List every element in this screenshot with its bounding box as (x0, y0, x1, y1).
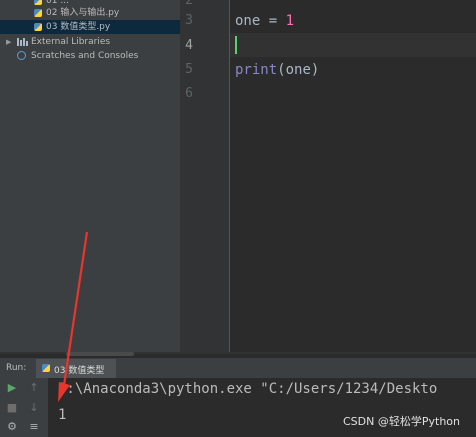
tree-label: External Libraries (31, 37, 111, 47)
chevron-right-icon[interactable]: ▶ (6, 35, 11, 49)
run-toolstrip: ▶ ↑ ■ ↓ ⚙ ≡ (0, 378, 48, 437)
argument-token: one (285, 62, 311, 78)
wrap-icon[interactable]: ≡ (26, 419, 42, 435)
arrow-up-icon[interactable]: ↑ (26, 380, 42, 396)
external-libraries-item[interactable]: ▶ External Libraries (0, 35, 180, 49)
code-line-3[interactable]: one = 1 (235, 12, 294, 30)
python-file-icon (34, 23, 42, 31)
run-icon[interactable]: ▶ (4, 380, 20, 396)
file-item-02[interactable]: 02 输入与输出.py (0, 6, 180, 20)
builtin-token: print (235, 62, 278, 78)
line-number: 6 (185, 86, 193, 101)
text-caret (235, 36, 237, 54)
watermark: CSDN @轻松学Python (343, 415, 460, 428)
file-label: 02 输入与输出.py (46, 8, 120, 18)
console-output-line: 1 (58, 407, 67, 423)
scratches-icon (17, 51, 26, 60)
project-panel: 01 ... 02 输入与输出.py 03 数值类型.py ▶ External… (0, 0, 180, 352)
run-tab-label: 03 数值类型 (54, 366, 105, 376)
stop-icon[interactable]: ■ (4, 400, 20, 416)
scratches-item[interactable]: Scratches and Consoles (0, 49, 180, 63)
file-item-03[interactable]: 03 数值类型.py (0, 20, 180, 34)
run-tab[interactable]: 03 数值类型 (36, 359, 116, 378)
arrow-down-icon[interactable]: ↓ (26, 400, 42, 416)
line-gutter: 2 3 4 5 6 (181, 0, 229, 352)
horizontal-scrollbar[interactable] (66, 352, 134, 356)
python-file-icon (34, 0, 42, 5)
line-number: 3 (185, 13, 193, 28)
paren-token: ) (310, 62, 320, 78)
operator-token: = (260, 13, 286, 29)
library-icon (17, 38, 28, 46)
debug-icon[interactable]: ⚙ (4, 419, 20, 435)
run-label: Run: (6, 363, 27, 373)
line-number: 5 (185, 62, 193, 77)
run-panel-header: Run: 03 数值类型 (0, 358, 476, 378)
file-label: 03 数值类型.py (46, 22, 111, 32)
python-file-icon (34, 9, 42, 17)
gutter-separator (229, 0, 230, 352)
number-token: 1 (285, 13, 295, 29)
python-file-icon (42, 364, 50, 372)
line-number-current: 4 (185, 38, 193, 53)
console-command-line: D:\Anaconda3\python.exe "C:/Users/1234/D… (58, 381, 438, 397)
code-line-5[interactable]: print(one) (235, 61, 319, 79)
line-number: 2 (185, 0, 193, 8)
variable-token: one (235, 13, 261, 29)
tree-label: Scratches and Consoles (31, 51, 139, 61)
paren-token: ( (277, 62, 286, 78)
